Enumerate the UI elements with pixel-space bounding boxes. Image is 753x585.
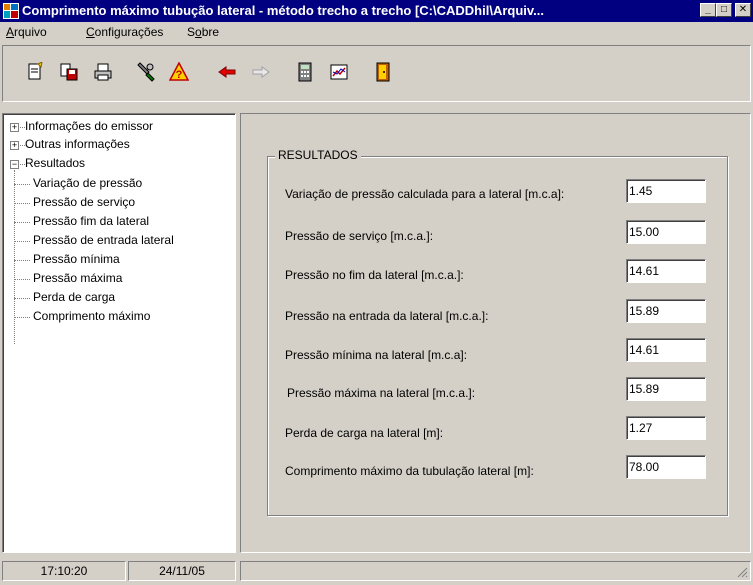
menu-arquivo[interactable]: Arquivo xyxy=(6,25,47,39)
tree-item-outras-informacoes[interactable]: Outras informações xyxy=(25,137,130,151)
resize-grip-icon[interactable] xyxy=(736,566,748,578)
label-comprimento-maximo: Comprimento máximo da tubulação lateral … xyxy=(285,464,534,478)
label-variacao-pressao: Variação de pressão calculada para a lat… xyxy=(285,187,565,201)
menu-arquivo-mnemonic: A xyxy=(6,25,15,39)
label-pressao-minima: Pressão mínima na lateral [m.c.a]: xyxy=(285,348,468,362)
input-pressao-servico[interactable] xyxy=(626,220,706,244)
window-title: Comprimento máximo tubução lateral - mét… xyxy=(22,3,544,18)
title-bar[interactable]: Comprimento máximo tubução lateral - mét… xyxy=(0,0,753,22)
input-pressao-entrada[interactable] xyxy=(626,299,706,323)
tree-connector xyxy=(14,279,30,280)
tree-item-pressao-entrada-lateral[interactable]: Pressão de entrada lateral xyxy=(33,233,174,247)
label-pressao-servico: Pressão de serviço [m.c.a.]: xyxy=(285,229,434,243)
tree-connector xyxy=(14,317,30,318)
print-icon[interactable] xyxy=(91,60,115,84)
tree-connector xyxy=(14,260,30,261)
menu-arquivo-rest: rquivo xyxy=(14,25,47,39)
new-file-icon[interactable] xyxy=(23,60,47,84)
expand-icon[interactable]: + xyxy=(10,123,19,132)
label-pressao-entrada: Pressão na entrada da lateral [m.c.a.]: xyxy=(285,309,489,323)
main-window: Comprimento máximo tubução lateral - mét… xyxy=(0,0,753,585)
maximize-button[interactable]: □ xyxy=(716,3,732,17)
input-pressao-maxima[interactable] xyxy=(626,377,706,401)
tree-item-pressao-fim-lateral[interactable]: Pressão fim da lateral xyxy=(33,214,149,228)
menu-sobre[interactable]: Sobre xyxy=(187,25,219,39)
tree-connector xyxy=(14,241,30,242)
results-panel: RESULTADOS Variação de pressão calculada… xyxy=(240,113,751,553)
app-icon xyxy=(3,3,19,19)
menu-configuracoes-mnemonic: C xyxy=(86,25,95,39)
tree-item-pressao-maxima[interactable]: Pressão máxima xyxy=(33,271,122,285)
status-panel xyxy=(240,561,751,581)
status-time: 17:10:20 xyxy=(2,561,126,581)
arrow-right-icon[interactable] xyxy=(249,60,273,84)
save-file-icon[interactable] xyxy=(57,60,81,84)
toolbar: ? xyxy=(2,45,751,102)
tree-item-perda-carga[interactable]: Perda de carga xyxy=(33,290,115,304)
collapse-icon[interactable]: − xyxy=(10,160,19,169)
menu-sobre-rest: bre xyxy=(201,25,220,39)
label-pressao-fim: Pressão no fim da lateral [m.c.a.]: xyxy=(285,268,464,282)
results-title: RESULTADOS xyxy=(275,148,361,162)
tree-item-pressao-minima[interactable]: Pressão mínima xyxy=(33,252,120,266)
tree-connector xyxy=(14,203,30,204)
menu-sobre-pre: S xyxy=(187,25,196,39)
input-pressao-fim[interactable] xyxy=(626,259,706,283)
menu-configuracoes[interactable]: Configurações xyxy=(86,25,163,39)
minimize-button[interactable]: _ xyxy=(700,3,716,17)
tree-item-comprimento-maximo[interactable]: Comprimento máximo xyxy=(33,309,150,323)
input-comprimento-maximo[interactable] xyxy=(626,455,706,479)
tree-item-variacao-pressao[interactable]: Variação de pressão xyxy=(33,176,142,190)
tree-connector xyxy=(14,298,30,299)
svg-text:?: ? xyxy=(176,69,183,81)
input-variacao-pressao[interactable] xyxy=(626,179,706,203)
input-pressao-minima[interactable] xyxy=(626,338,706,362)
help-icon[interactable]: ? xyxy=(167,60,191,84)
menu-sobre-mnemonic: o xyxy=(195,25,202,39)
menu-bar: Arquivo Configurações Sobre xyxy=(0,22,753,42)
navigation-tree[interactable]: + Informações do emissor + Outras inform… xyxy=(2,113,236,553)
close-button[interactable]: ✕ xyxy=(735,3,751,17)
menu-configuracoes-rest: onfigurações xyxy=(94,25,164,39)
status-date: 24/11/05 xyxy=(128,561,236,581)
expand-icon[interactable]: + xyxy=(10,141,19,150)
label-perda-carga: Perda de carga na lateral [m]: xyxy=(285,426,444,440)
label-pressao-maxima: Pressão máxima na lateral [m.c.a.]: xyxy=(287,386,476,400)
chart-icon[interactable] xyxy=(327,60,351,84)
input-perda-carga[interactable] xyxy=(626,416,706,440)
tree-connector xyxy=(14,222,30,223)
tree-item-resultados[interactable]: Resultados xyxy=(25,156,85,170)
tools-icon[interactable] xyxy=(133,60,157,84)
calculator-icon[interactable] xyxy=(293,60,317,84)
tree-item-informacoes-emissor[interactable]: Informações do emissor xyxy=(25,119,153,133)
arrow-left-icon[interactable] xyxy=(215,60,239,84)
tree-item-pressao-servico[interactable]: Pressão de serviço xyxy=(33,195,135,209)
exit-door-icon[interactable] xyxy=(371,60,395,84)
tree-connector xyxy=(14,184,30,185)
